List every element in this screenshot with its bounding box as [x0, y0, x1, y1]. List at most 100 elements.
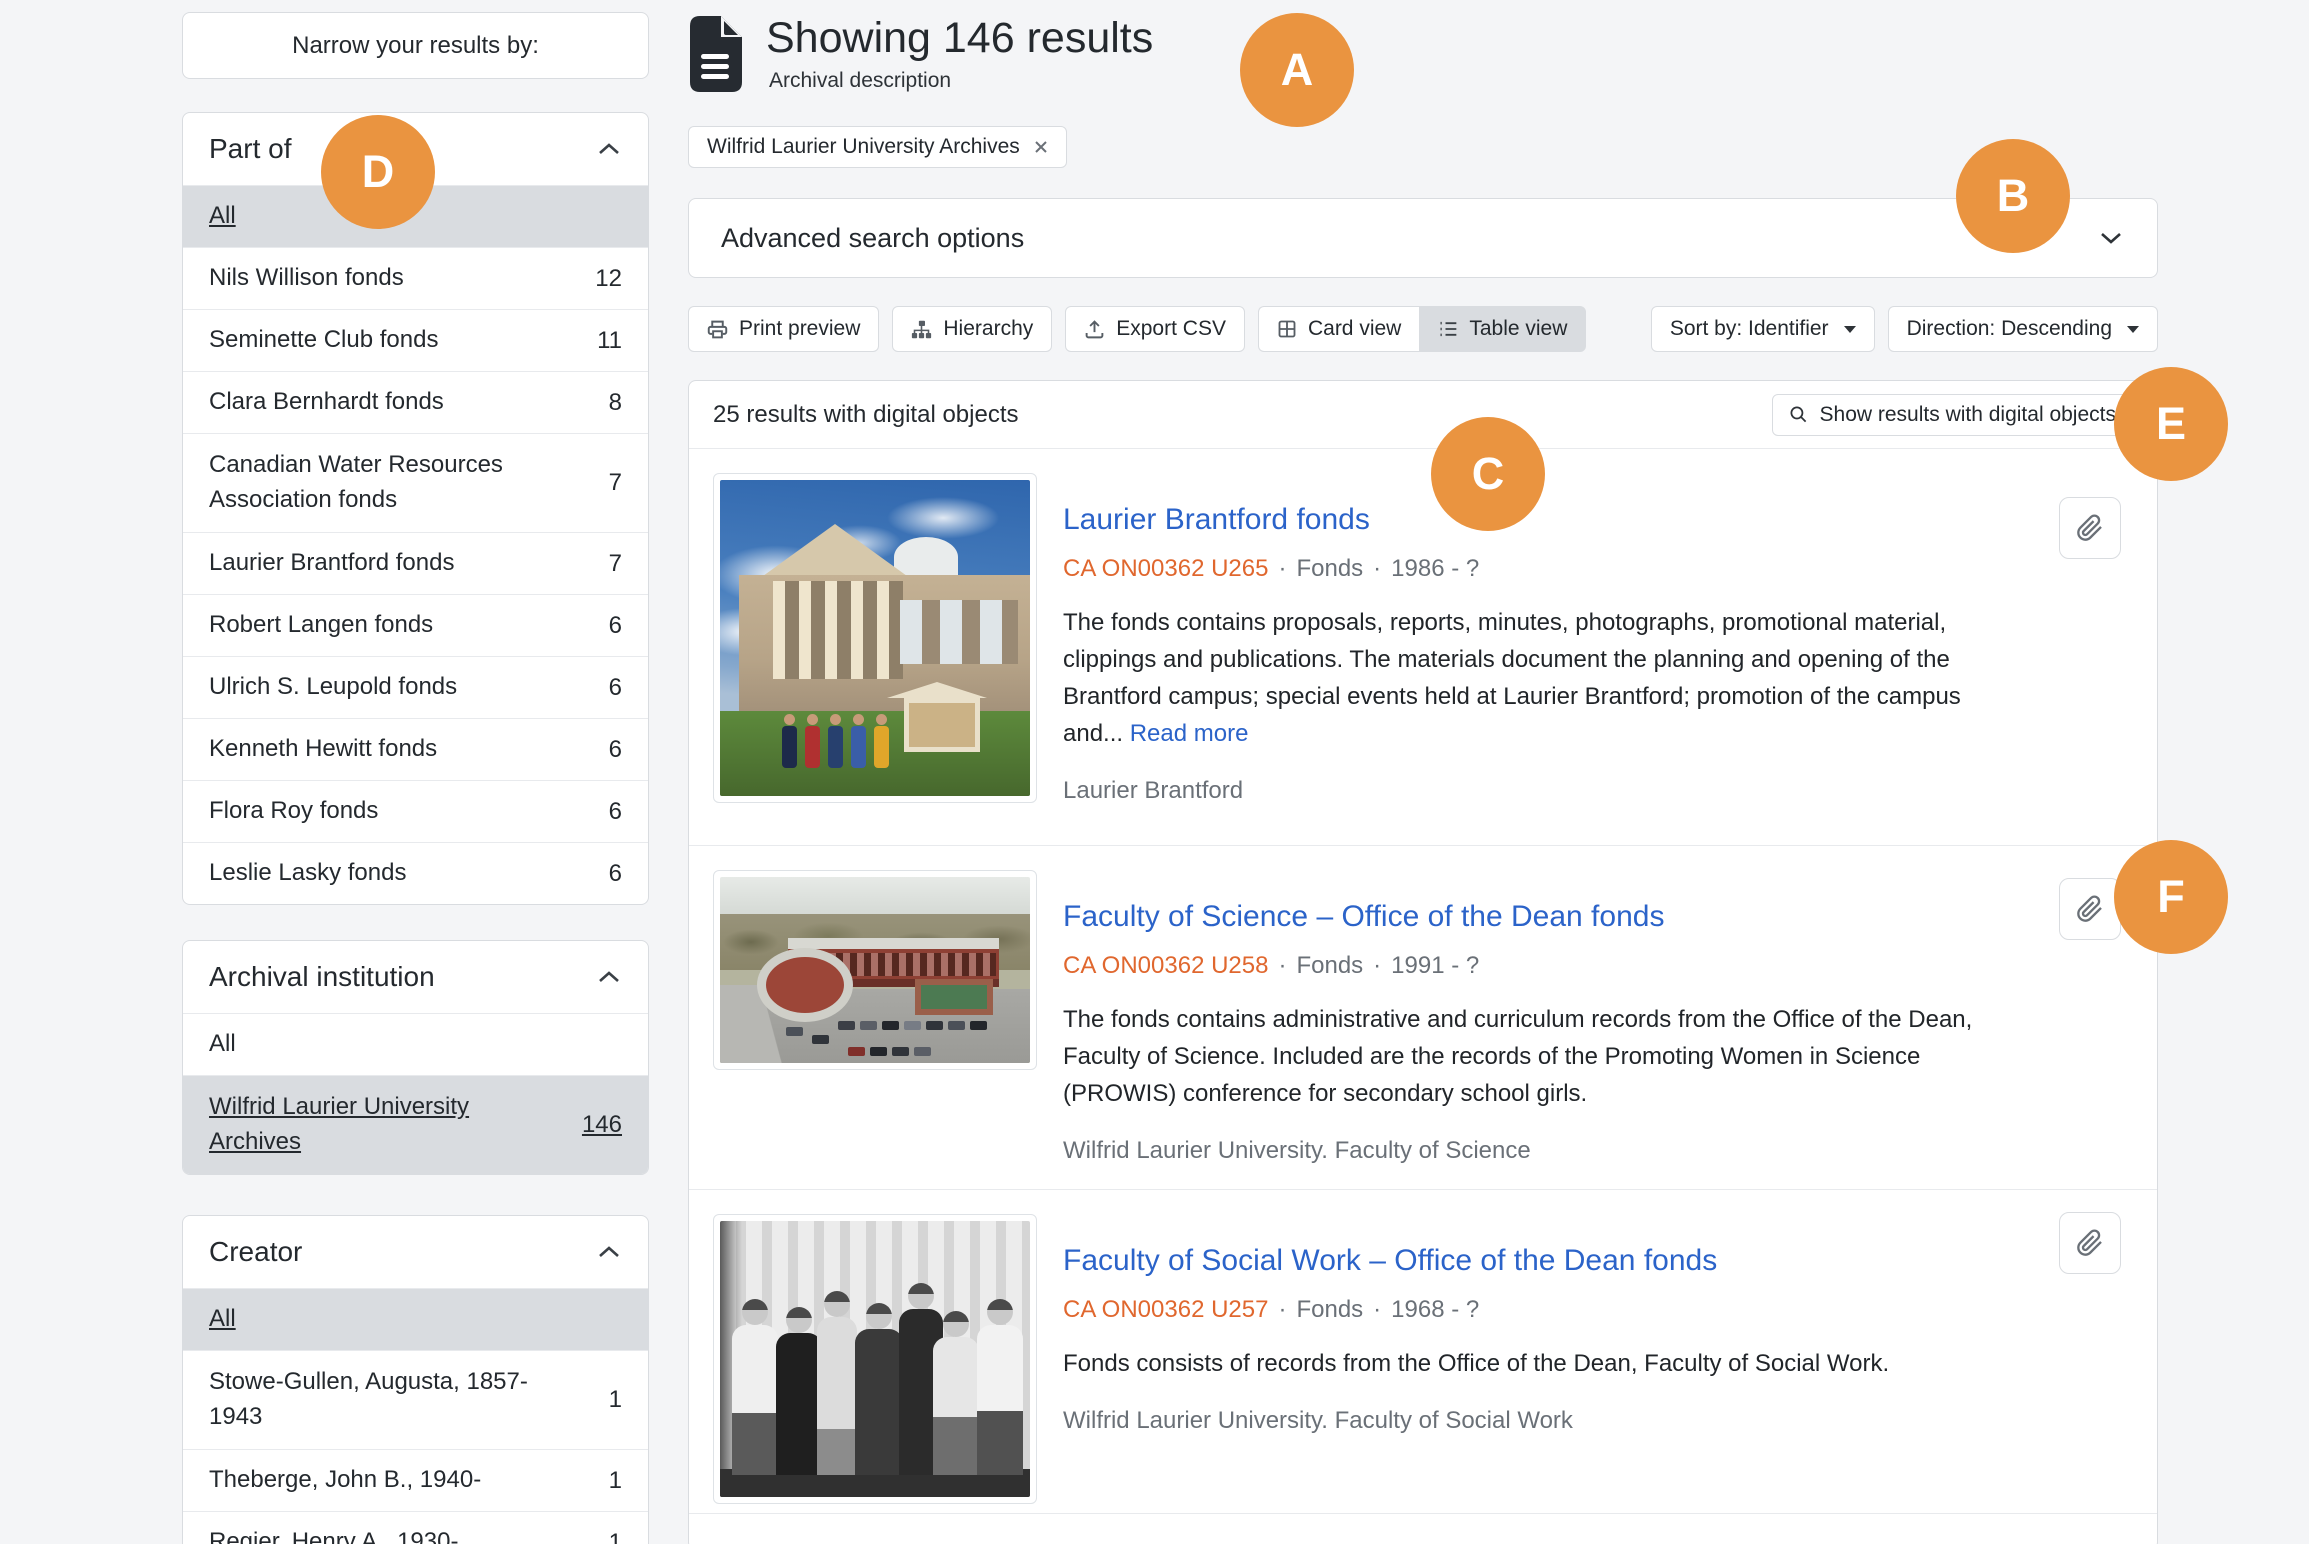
- result-title-link[interactable]: Laurier Brantford fonds: [1063, 503, 1370, 537]
- paperclip-button[interactable]: [2059, 878, 2121, 940]
- result-content: Faculty of Science – Office of the Dean …: [1063, 870, 2133, 1165]
- result-level: Fonds: [1296, 555, 1363, 582]
- thumbnail-art-group-photo: [720, 1221, 1030, 1497]
- chevron-up-icon[interactable]: [596, 1243, 622, 1261]
- annotation-marker-b: B: [1956, 139, 2070, 253]
- search-icon: [1789, 405, 1808, 424]
- facet-item[interactable]: Kenneth Hewitt fonds 6: [183, 718, 648, 780]
- facet-item[interactable]: Wilfrid Laurier University Archives 146: [183, 1075, 648, 1174]
- result-title-link[interactable]: Faculty of Science – Office of the Dean …: [1063, 900, 1664, 934]
- archival-search-results-page: Narrow your results by: Part of All Nils…: [0, 0, 2309, 1544]
- filter-tag-label: Wilfrid Laurier University Archives: [707, 135, 1020, 159]
- advanced-search-label: Advanced search options: [721, 223, 1024, 254]
- sort-by-dropdown[interactable]: Sort by: Identifier: [1651, 306, 1875, 352]
- facet-creator-header[interactable]: Creator: [183, 1216, 648, 1288]
- result-meta: CA ON00362 U265·Fonds·1986 - ?: [1063, 555, 2023, 583]
- close-icon[interactable]: [1034, 140, 1048, 154]
- hierarchy-button[interactable]: Hierarchy: [892, 306, 1052, 352]
- thumbnail-art-aerial-campus: [720, 877, 1030, 1063]
- sort-controls: Sort by: Identifier Direction: Descendin…: [1651, 306, 2158, 352]
- facet-item-all[interactable]: All: [183, 1013, 648, 1075]
- advanced-search-toggle[interactable]: Advanced search options: [688, 198, 2158, 278]
- result-creator: Laurier Brantford: [1063, 777, 2023, 805]
- print-preview-button[interactable]: Print preview: [688, 306, 879, 352]
- facet-item[interactable]: Seminette Club fonds 11: [183, 309, 648, 371]
- paperclip-button[interactable]: [2059, 497, 2121, 559]
- facet-item[interactable]: Robert Langen fonds 6: [183, 594, 648, 656]
- facet-item[interactable]: Ulrich S. Leupold fonds 6: [183, 656, 648, 718]
- result-identifier-link[interactable]: CA ON00362 U258: [1063, 952, 1268, 979]
- result-level: Fonds: [1296, 1296, 1363, 1323]
- result-description: The fonds contains proposals, reports, m…: [1063, 604, 2023, 752]
- facet-archival-institution-header[interactable]: Archival institution: [183, 941, 648, 1013]
- result-description: Fonds consists of records from the Offic…: [1063, 1345, 2023, 1382]
- annotation-marker-e: E: [2114, 367, 2228, 481]
- chevron-up-icon[interactable]: [596, 140, 622, 158]
- view-toggle-group: Card view Table view: [1258, 306, 1586, 352]
- facet-item[interactable]: Laurier Brantford fonds 7: [183, 532, 648, 594]
- facet-item[interactable]: Nils Willison fonds 12: [183, 247, 648, 309]
- facet-item[interactable]: Clara Bernhardt fonds 8: [183, 371, 648, 433]
- card-view-button[interactable]: Card view: [1258, 306, 1419, 352]
- results-panel: 25 results with digital objects Show res…: [688, 380, 2158, 1544]
- digital-objects-count: 25 results with digital objects: [713, 401, 1018, 429]
- result-identifier-link[interactable]: CA ON00362 U257: [1063, 1296, 1268, 1323]
- facet-section-part-of: Part of All Nils Willison fonds 12 Semin…: [182, 112, 649, 905]
- facet-item[interactable]: Leslie Lasky fonds 6: [183, 842, 648, 904]
- result-thumbnail[interactable]: [713, 870, 1037, 1070]
- upload-icon: [1084, 319, 1105, 340]
- facet-section-creator: Creator All Stowe-Gullen, Augusta, 1857-…: [182, 1215, 649, 1544]
- result-date: 1991 - ?: [1391, 952, 1479, 979]
- facet-item[interactable]: Canadian Water Resources Association fon…: [183, 433, 648, 532]
- facet-title: Part of: [209, 133, 291, 165]
- annotation-marker-d: D: [321, 115, 435, 229]
- page-title: Showing 146 results: [766, 14, 1153, 63]
- annotation-marker-f: F: [2114, 840, 2228, 954]
- paperclip-icon: [2076, 1229, 2104, 1257]
- result-date: 1968 - ?: [1391, 1296, 1479, 1323]
- paperclip-icon: [2076, 514, 2104, 542]
- paperclip-icon: [2076, 895, 2104, 923]
- table-view-button[interactable]: Table view: [1419, 306, 1586, 352]
- facet-item[interactable]: Stowe-Gullen, Augusta, 1857-1943 1: [183, 1350, 648, 1449]
- result-description: The fonds contains administrative and cu…: [1063, 1001, 2023, 1112]
- results-header: 25 results with digital objects Show res…: [689, 381, 2157, 449]
- show-digital-objects-button[interactable]: Show results with digital objects: [1772, 394, 2133, 436]
- result-level: Fonds: [1296, 952, 1363, 979]
- result-content: Laurier Brantford fonds CA ON00362 U265·…: [1063, 473, 2133, 805]
- direction-dropdown[interactable]: Direction: Descending: [1888, 306, 2158, 352]
- results-toolbar: Print preview Hierarchy Export CSV: [688, 306, 2158, 352]
- paperclip-button[interactable]: [2059, 1212, 2121, 1274]
- result-thumbnail[interactable]: [713, 473, 1037, 803]
- facet-title: Creator: [209, 1236, 302, 1268]
- read-more-link[interactable]: Read more: [1130, 720, 1249, 747]
- result-content: Faculty of Social Work – Office of the D…: [1063, 1214, 2133, 1435]
- result-title-link[interactable]: Faculty of Social Work – Office of the D…: [1063, 1244, 1717, 1278]
- result-item: Laurier Brantford fonds CA ON00362 U265·…: [689, 449, 2157, 846]
- page-subtitle: Archival description: [769, 69, 951, 93]
- result-identifier-link[interactable]: CA ON00362 U265: [1063, 555, 1268, 582]
- result-thumbnail[interactable]: [713, 1214, 1037, 1504]
- caret-down-icon: [2127, 326, 2139, 333]
- facet-item-all[interactable]: All: [183, 1288, 648, 1350]
- facet-item[interactable]: Flora Roy fonds 6: [183, 780, 648, 842]
- export-csv-button[interactable]: Export CSV: [1065, 306, 1245, 352]
- annotation-marker-c: C: [1431, 417, 1545, 531]
- printer-icon: [707, 319, 728, 340]
- facet-section-archival-institution: Archival institution All Wilfrid Laurier…: [182, 940, 649, 1175]
- annotation-marker-a: A: [1240, 13, 1354, 127]
- document-icon: [688, 16, 744, 92]
- chevron-up-icon[interactable]: [596, 968, 622, 986]
- chevron-down-icon: [2097, 229, 2125, 247]
- filter-tag: Wilfrid Laurier University Archives: [688, 126, 1067, 168]
- facet-item[interactable]: Theberge, John B., 1940- 1: [183, 1449, 648, 1511]
- list-icon: [1438, 319, 1458, 339]
- result-date: 1986 - ?: [1391, 555, 1479, 582]
- facet-item[interactable]: Regier, Henry A., 1930- 1: [183, 1511, 648, 1544]
- narrow-results-header: Narrow your results by:: [182, 12, 649, 79]
- caret-down-icon: [1844, 326, 1856, 333]
- narrow-results-title: Narrow your results by:: [292, 32, 539, 60]
- result-meta: CA ON00362 U257·Fonds·1968 - ?: [1063, 1296, 2023, 1324]
- thumbnail-art-brantford-campus: [720, 480, 1030, 796]
- grid-icon: [1277, 319, 1297, 339]
